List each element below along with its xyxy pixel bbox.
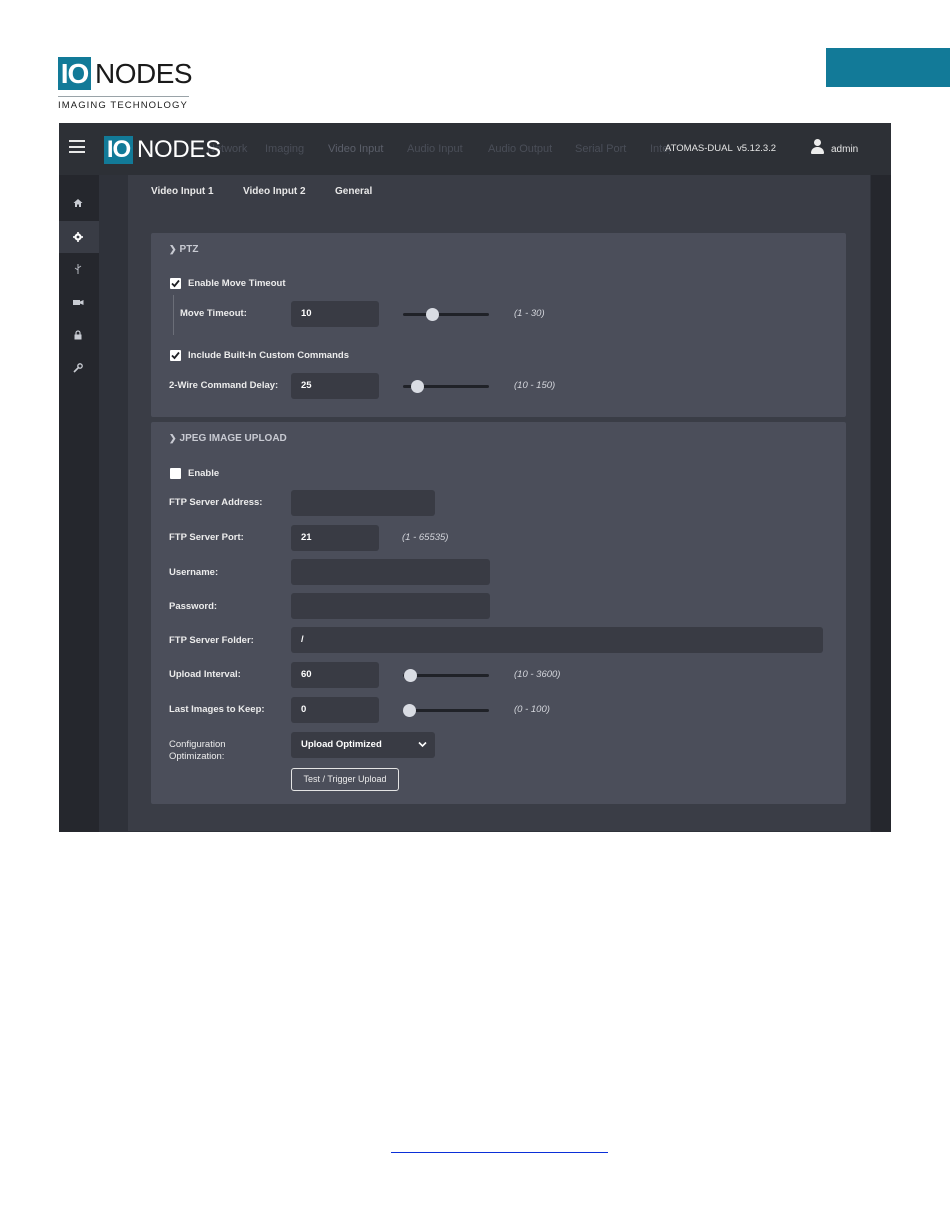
two-wire-delay-label: 2-Wire Command Delay: xyxy=(169,380,279,391)
ptz-title: PTZ xyxy=(179,244,199,255)
nav-serial-port[interactable]: Serial Port xyxy=(575,143,626,155)
images-to-keep-range: (0 - 100) xyxy=(514,704,550,715)
app-logo-io-mark: IO xyxy=(104,136,133,164)
test-trigger-upload-button[interactable]: Test / Trigger Upload xyxy=(291,768,399,791)
two-wire-delay-range: (10 - 150) xyxy=(514,380,556,391)
usb-icon xyxy=(74,264,82,274)
jpeg-enable-checkbox[interactable] xyxy=(170,468,181,479)
tab-video-input-1[interactable]: Video Input 1 xyxy=(151,186,214,197)
password-label: Password: xyxy=(169,601,218,612)
config-optimization-label-line1: Configuration xyxy=(169,739,226,750)
hamburger-menu-icon[interactable] xyxy=(69,140,85,153)
main-content: Video Input 1 Video Input 2 General ❯ PTZ… xyxy=(128,175,870,831)
upload-interval-label: Upload Interval: xyxy=(169,669,241,680)
move-timeout-label: Move Timeout: xyxy=(180,308,247,319)
jpeg-panel-header[interactable]: ❯ JPEG IMAGE UPLOAD xyxy=(169,433,287,444)
jpeg-title: JPEG IMAGE UPLOAD xyxy=(179,433,287,444)
gear-icon xyxy=(73,232,83,242)
ftp-folder-input[interactable]: / xyxy=(291,627,823,653)
scrollbar-track[interactable] xyxy=(871,175,891,832)
tab-video-input-2[interactable]: Video Input 2 xyxy=(243,186,306,197)
config-optimization-select[interactable]: Upload Optimized xyxy=(291,732,435,758)
username-label: Username: xyxy=(169,567,219,578)
sidebar-maintenance-button[interactable] xyxy=(59,352,99,384)
tab-general[interactable]: General xyxy=(335,186,372,197)
logo-io-mark: IO xyxy=(58,57,91,90)
include-builtin-commands-checkbox[interactable] xyxy=(170,350,181,361)
slider-thumb[interactable] xyxy=(425,308,439,321)
sidebar-settings-button[interactable] xyxy=(59,221,99,253)
ftp-folder-label: FTP Server Folder: xyxy=(169,635,254,646)
move-timeout-range: (1 - 30) xyxy=(514,308,545,319)
nav-video-input[interactable]: Video Input xyxy=(328,143,383,155)
enable-move-timeout-checkbox[interactable] xyxy=(170,278,181,289)
two-wire-delay-slider[interactable] xyxy=(403,380,489,393)
images-to-keep-slider[interactable] xyxy=(403,704,489,717)
images-to-keep-label: Last Images to Keep: xyxy=(169,704,265,715)
indent-guide xyxy=(173,295,174,335)
chevron-down-icon: ❯ xyxy=(169,244,177,254)
chevron-down-icon xyxy=(418,741,427,748)
document-logo: IO NODES IMAGING TECHNOLOGY xyxy=(58,57,193,113)
slider-thumb[interactable] xyxy=(404,669,418,682)
lock-icon xyxy=(74,330,82,340)
two-wire-delay-input[interactable]: 25 xyxy=(291,373,379,399)
checkmark-icon xyxy=(171,279,180,288)
ftp-address-label: FTP Server Address: xyxy=(169,497,263,508)
ftp-port-label: FTP Server Port: xyxy=(169,532,244,543)
jpeg-enable-label: Enable xyxy=(188,468,220,479)
footer-link-underline[interactable] xyxy=(391,1152,608,1153)
wrench-icon xyxy=(73,363,83,373)
checkmark-icon xyxy=(171,351,180,360)
slider-thumb[interactable] xyxy=(410,380,424,393)
nav-imaging[interactable]: Imaging xyxy=(265,143,304,155)
include-builtin-commands-label: Include Built-In Custom Commands xyxy=(188,350,349,361)
nav-audio-input[interactable]: Audio Input xyxy=(407,143,463,155)
username-input[interactable] xyxy=(291,559,490,585)
jpeg-upload-panel: ❯ JPEG IMAGE UPLOAD Enable FTP Server Add… xyxy=(151,422,846,804)
username[interactable]: admin xyxy=(831,144,858,155)
slider-thumb[interactable] xyxy=(403,704,416,717)
ftp-port-range: (1 - 65535) xyxy=(402,532,449,543)
header-accent-bar xyxy=(826,48,950,87)
images-to-keep-input[interactable]: 0 xyxy=(291,697,379,723)
ftp-address-input[interactable] xyxy=(291,490,435,516)
device-name: ATOMAS-DUAL xyxy=(665,143,733,154)
sidebar-recorder-button[interactable] xyxy=(59,286,99,318)
ptz-panel: ❯ PTZ Enable Move Timeout Move Timeout: 1… xyxy=(151,233,846,417)
chevron-down-icon: ❯ xyxy=(169,433,177,443)
move-timeout-input[interactable]: 10 xyxy=(291,301,379,327)
logo-tagline: IMAGING TECHNOLOGY xyxy=(58,100,188,111)
app-logo-wordmark: NODES xyxy=(137,136,221,163)
top-navbar: Network Imaging Video Input Audio Input … xyxy=(59,123,891,175)
upload-interval-input[interactable]: 60 xyxy=(291,662,379,688)
logo-wordmark: NODES xyxy=(95,58,193,89)
ftp-port-input[interactable]: 21 xyxy=(291,525,379,551)
sidebar xyxy=(59,175,99,832)
password-input[interactable] xyxy=(291,593,490,619)
move-timeout-slider[interactable] xyxy=(403,308,489,321)
recorder-icon xyxy=(73,300,84,305)
ptz-panel-header[interactable]: ❯ PTZ xyxy=(169,244,198,255)
sidebar-usb-button[interactable] xyxy=(59,253,99,285)
sidebar-home-button[interactable] xyxy=(59,187,99,219)
config-optimization-value: Upload Optimized xyxy=(301,739,382,750)
enable-move-timeout-label: Enable Move Timeout xyxy=(188,278,286,289)
upload-interval-slider[interactable] xyxy=(403,669,489,682)
web-ui-screenshot: Network Imaging Video Input Audio Input … xyxy=(59,123,891,832)
firmware-version: v5.12.3.2 xyxy=(737,143,777,154)
config-optimization-label-line2: Optimization: xyxy=(169,751,225,762)
upload-interval-range: (10 - 3600) xyxy=(514,669,561,680)
logo-divider xyxy=(58,96,189,97)
home-icon xyxy=(73,199,83,207)
nav-audio-output[interactable]: Audio Output xyxy=(488,143,552,155)
sidebar-security-button[interactable] xyxy=(59,319,99,351)
user-icon[interactable] xyxy=(811,139,824,155)
